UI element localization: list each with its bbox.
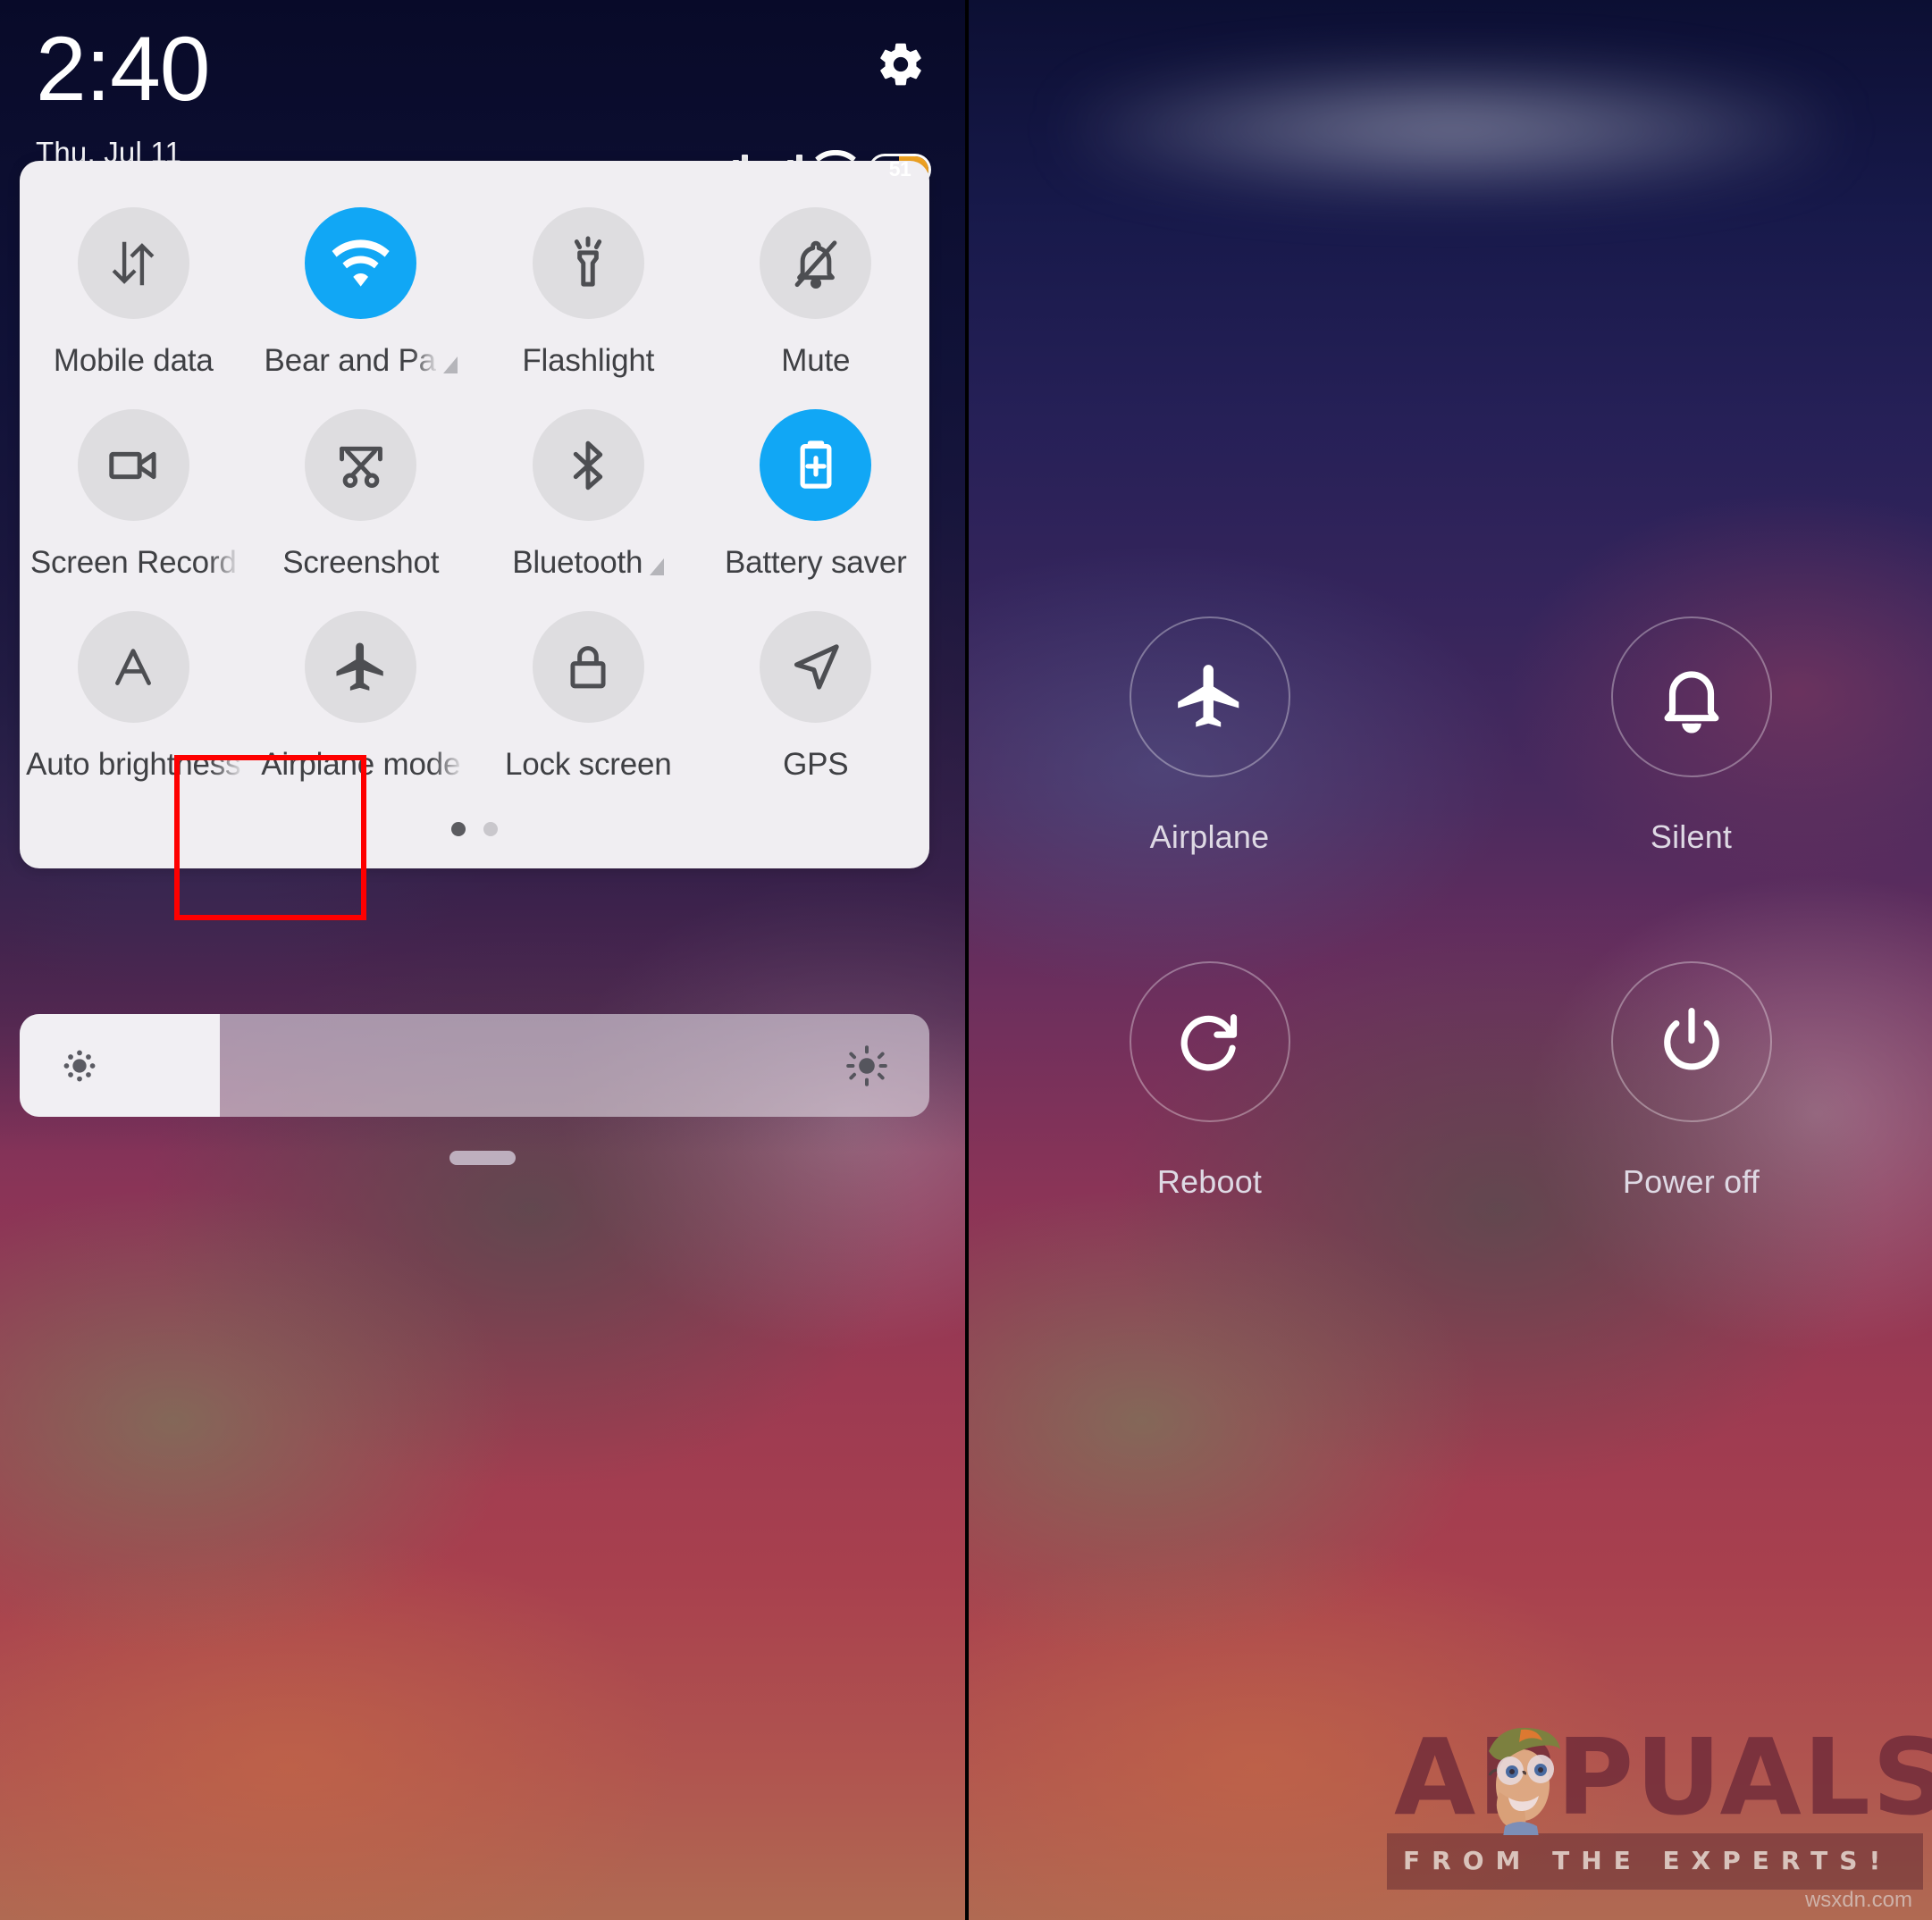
- qs-tile-label-wrap: Flashlight: [522, 343, 654, 379]
- qs-tile-label-wrap: GPS: [783, 747, 849, 783]
- notification-shade-panel: 2:40 Thu, Jul 11 51 Mobile data Bear and…: [0, 0, 965, 1920]
- qs-tile-circle: [77, 611, 189, 723]
- qs-tile-label: Screenshot: [282, 545, 440, 580]
- qs-tile-label-wrap: Screen Record: [30, 545, 237, 581]
- qs-tile-label: Bluetooth: [512, 545, 643, 580]
- qs-tile-label: Mute: [781, 343, 851, 378]
- qs-tile-mobile-data[interactable]: Mobile data: [20, 207, 248, 409]
- qs-tile-flashlight[interactable]: Flashlight: [475, 207, 702, 409]
- power-option-power-off[interactable]: Power off: [1450, 961, 1932, 1201]
- qs-tile-circle: [760, 611, 872, 723]
- qs-tile-circle: [532, 611, 644, 723]
- power-menu-grid: Airplane Silent Reboot Power off: [969, 616, 1932, 1201]
- qs-tile-screen-record[interactable]: Screen Record: [20, 409, 248, 611]
- qs-tile-circle: [532, 409, 644, 521]
- qs-tile-label-wrap: Airplane mode: [261, 747, 460, 783]
- qs-tile-label-wrap: Battery saver: [725, 545, 907, 581]
- qs-tile-label-wrap: Auto brightness: [26, 747, 240, 783]
- power-option-label: Power off: [1622, 1163, 1760, 1200]
- qs-tile-auto-brightness[interactable]: Auto brightness: [20, 611, 248, 813]
- power-option-silent[interactable]: Silent: [1450, 616, 1932, 856]
- qs-tile-label: Lock screen: [504, 747, 672, 782]
- page-indicator-dots[interactable]: [20, 813, 929, 868]
- qs-tile-label: Screen Record: [29, 545, 237, 580]
- qs-tile-label-wrap: Bluetooth: [512, 545, 665, 581]
- shade-drag-handle[interactable]: [449, 1151, 516, 1165]
- power-option-label: Airplane: [1149, 818, 1270, 855]
- reboot-icon: [1129, 961, 1290, 1122]
- qs-tile-label: GPS: [783, 747, 849, 782]
- qs-tile-screenshot[interactable]: Screenshot: [248, 409, 475, 611]
- qs-tile-label-wrap: Bear and Pa: [265, 343, 458, 379]
- qs-tile-mute[interactable]: Mute: [702, 207, 930, 409]
- qs-tile-circle: [305, 207, 417, 319]
- qs-tile-circle: [305, 409, 417, 521]
- battery-percent-label: 51: [888, 156, 911, 180]
- brightness-slider[interactable]: [20, 1014, 929, 1117]
- qs-tile-gps[interactable]: GPS: [702, 611, 930, 813]
- chevron-expand-icon[interactable]: [442, 356, 458, 373]
- panel-divider: [965, 0, 969, 1920]
- quick-settings-card: Mobile data Bear and Pa Flashlight Mute Scre…: [20, 161, 929, 868]
- qs-tile-circle: [77, 207, 189, 319]
- brightness-high-icon: [845, 1044, 888, 1087]
- brightness-low-icon: [59, 1045, 100, 1086]
- screenshot-root: 2:40 Thu, Jul 11 51 Mobile data Bear and…: [0, 0, 1932, 1920]
- chevron-expand-icon[interactable]: [650, 558, 665, 575]
- power-menu-panel: AirplaneSilentRebootPower off APPUALS: [969, 0, 1932, 1920]
- page-dot[interactable]: [483, 822, 498, 836]
- qs-tile-label: Flashlight: [522, 343, 655, 378]
- qs-tile-label: Bear and Pa: [264, 343, 437, 378]
- qs-tile-circle: [760, 207, 872, 319]
- status-header: 2:40 Thu, Jul 11: [0, 0, 965, 170]
- qs-tile-lock-screen[interactable]: Lock screen: [475, 611, 702, 813]
- power-option-label: Silent: [1650, 818, 1733, 855]
- qs-tile-label: Battery saver: [724, 545, 907, 580]
- airplane-icon: [1129, 616, 1290, 777]
- qs-tile-airplane-mode[interactable]: Airplane mode: [248, 611, 475, 813]
- qs-tile-label-wrap: Mute: [781, 343, 850, 379]
- qs-tile-bear-and-pa[interactable]: Bear and Pa: [248, 207, 475, 409]
- qs-tile-label: Auto brightness: [26, 747, 241, 782]
- qs-tile-label: Mobile data: [53, 343, 214, 378]
- power-option-airplane[interactable]: Airplane: [969, 616, 1450, 856]
- qs-tile-label-wrap: Mobile data: [54, 343, 214, 379]
- qs-tile-bluetooth[interactable]: Bluetooth: [475, 409, 702, 611]
- quick-settings-grid: Mobile data Bear and Pa Flashlight Mute Scre…: [20, 207, 929, 813]
- qs-tile-battery-saver[interactable]: Battery saver: [702, 409, 930, 611]
- page-dot[interactable]: [451, 822, 466, 836]
- power-option-reboot[interactable]: Reboot: [969, 961, 1450, 1201]
- qs-tile-label-wrap: Lock screen: [505, 747, 672, 783]
- bell-icon: [1610, 616, 1772, 777]
- clock-time: 2:40: [36, 18, 211, 120]
- power-option-label: Reboot: [1156, 1163, 1263, 1200]
- qs-tile-label-wrap: Screenshot: [282, 545, 439, 581]
- qs-tile-circle: [305, 611, 417, 723]
- qs-tile-label: Airplane mode: [261, 747, 461, 782]
- gear-icon[interactable]: [876, 39, 926, 89]
- qs-tile-circle: [77, 409, 189, 521]
- qs-tile-circle: [532, 207, 644, 319]
- power-icon: [1610, 961, 1772, 1122]
- brightness-slider-fill: [20, 1014, 220, 1117]
- qs-tile-circle: [760, 409, 872, 521]
